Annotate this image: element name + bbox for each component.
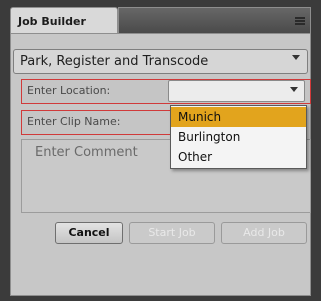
location-label: Enter Location: (27, 84, 111, 97)
clip-name-label: Enter Clip Name: (27, 115, 121, 128)
start-job-button[interactable]: Start Job (129, 222, 215, 244)
job-builder-window: Job Builder Park, Register and Transcode… (0, 0, 321, 301)
tab-strip (118, 7, 311, 34)
location-dropdown-list: Munich Burlington Other (170, 105, 307, 169)
tab-job-builder[interactable]: Job Builder (10, 7, 118, 34)
add-job-button[interactable]: Add Job (221, 222, 307, 244)
comment-placeholder: Enter Comment (35, 145, 138, 160)
location-option-burlington[interactable]: Burlington (171, 127, 306, 147)
workflow-select[interactable]: Park, Register and Transcode (13, 49, 308, 74)
workflow-select-value: Park, Register and Transcode (20, 54, 209, 69)
hamburger-menu-icon[interactable] (295, 17, 305, 25)
location-option-munich[interactable]: Munich (171, 107, 306, 127)
clip-name-field[interactable]: Enter Clip Name: (21, 110, 171, 135)
chevron-down-icon (292, 55, 300, 60)
location-select[interactable] (168, 80, 305, 102)
location-option-other[interactable]: Other (171, 147, 306, 167)
chevron-down-icon (290, 87, 298, 92)
tab-label: Job Builder (18, 15, 86, 28)
cancel-button[interactable]: Cancel (55, 222, 123, 244)
